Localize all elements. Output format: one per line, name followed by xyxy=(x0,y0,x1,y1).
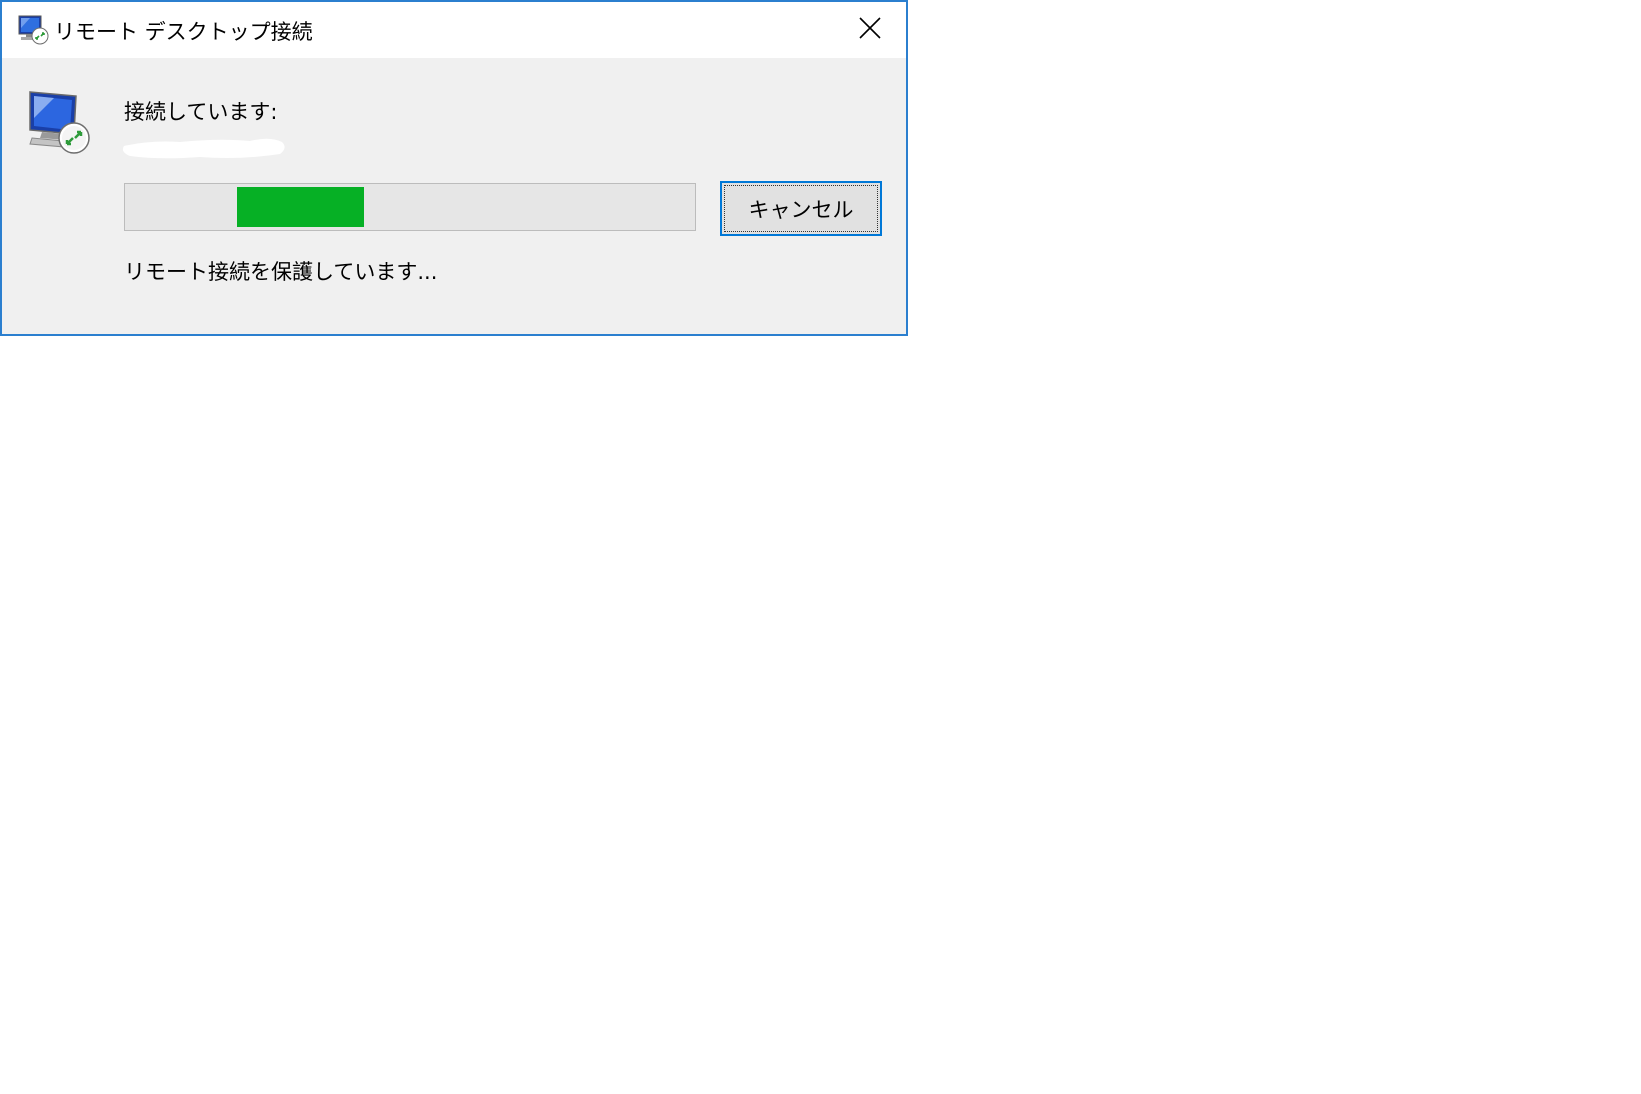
cancel-button[interactable]: キャンセル xyxy=(720,181,882,236)
close-icon xyxy=(859,17,881,43)
remote-desktop-dialog: リモート デスクトップ接続 接続しています: キャンセル リモート接続を保護して… xyxy=(0,0,908,336)
status-message: リモート接続を保護しています... xyxy=(124,260,438,284)
remote-desktop-icon xyxy=(16,14,50,46)
progress-fill xyxy=(237,187,364,227)
title-bar[interactable]: リモート デスクトップ接続 xyxy=(2,2,906,58)
server-name-redacted xyxy=(120,130,290,164)
connecting-label: 接続しています: xyxy=(124,100,278,124)
cancel-button-label: キャンセル xyxy=(748,197,854,222)
window-title: リモート デスクトップ接続 xyxy=(54,20,313,44)
close-button[interactable] xyxy=(834,2,906,58)
connection-progress-bar xyxy=(124,183,696,231)
remote-desktop-icon xyxy=(24,88,94,158)
